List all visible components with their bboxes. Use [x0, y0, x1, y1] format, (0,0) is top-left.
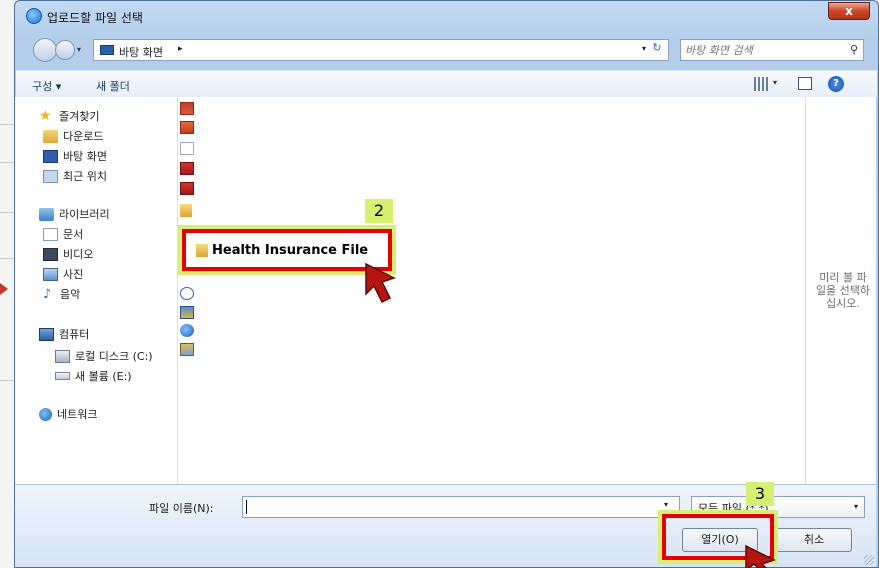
nav-item-documents[interactable]: 문서: [43, 225, 83, 243]
step-badge-2: 2: [365, 199, 393, 223]
nav-item-new-volume[interactable]: 새 볼륨 (E:): [55, 367, 132, 385]
folder-icon: [196, 243, 208, 257]
nav-item-favorites[interactable]: ★ 즐겨찾기: [39, 107, 99, 125]
nav-item-label: 라이브러리: [59, 208, 110, 221]
nav-item-downloads[interactable]: 다운로드: [43, 127, 103, 145]
nav-item-recent[interactable]: 최근 위치: [43, 167, 107, 185]
preview-pane-icon[interactable]: [798, 77, 812, 90]
preview-pane: 미리 볼 파 일을 선택하 십시오.: [805, 97, 876, 484]
views-icon[interactable]: [754, 77, 768, 91]
pictures-icon: [43, 267, 58, 281]
help-icon[interactable]: ?: [828, 76, 844, 92]
nav-item-label: 즐겨찾기: [59, 110, 100, 123]
nav-item-label: 새 볼륨 (E:): [75, 370, 132, 383]
folder-icon[interactable]: [180, 204, 192, 217]
music-note-icon: ♪: [43, 286, 52, 302]
cursor-pointer-icon: [745, 544, 776, 568]
nav-item-label: 비디오: [63, 248, 94, 261]
new-folder-button[interactable]: 새 폴더: [96, 78, 130, 94]
refresh-icon[interactable]: ↻: [648, 41, 666, 59]
shield-file-icon[interactable]: [180, 306, 194, 319]
filename-dropdown-icon[interactable]: ▾: [664, 500, 668, 509]
main-area: ★ 즐겨찾기 다운로드 바탕 화면 최근 위치 라이브러리 문서 비디오 사진 …: [15, 97, 876, 484]
desktop-icon: [100, 45, 114, 55]
cursor-pointer-icon: [365, 262, 396, 304]
nav-item-label: 바탕 화면: [63, 150, 107, 163]
desktop-icon: [43, 149, 58, 163]
nav-item-label: 문서: [63, 228, 84, 241]
toolbar: 구성 ▾ 새 폴더 ▾ ?: [16, 70, 877, 98]
nav-item-label: 다운로드: [63, 130, 104, 143]
search-icon[interactable]: ⚲: [850, 43, 858, 56]
address-location[interactable]: 바탕 화면: [119, 44, 163, 60]
filename-label: 파일 이름(N):: [149, 502, 214, 515]
nav-item-label: 최근 위치: [63, 170, 107, 183]
nav-item-label: 컴퓨터: [59, 328, 90, 341]
address-dropdown-icon[interactable]: ▾: [642, 44, 646, 53]
filename-input[interactable]: [242, 496, 680, 518]
file-list: [179, 97, 804, 484]
shortcut-file-icon[interactable]: [180, 287, 194, 300]
address-bar[interactable]: 바탕 화면 ▸ ▾ ↻: [93, 39, 669, 61]
file-name: Health Insurance File: [212, 242, 369, 258]
file-icon[interactable]: [180, 102, 194, 115]
cancel-button[interactable]: 취소: [776, 528, 852, 552]
blank-file-icon[interactable]: [180, 142, 194, 155]
preview-message: 미리 볼 파 일을 선택하 십시오.: [815, 271, 871, 310]
search-input[interactable]: [685, 42, 835, 58]
nav-item-music[interactable]: ♪ 음악: [43, 285, 80, 303]
computer-icon: [39, 327, 54, 341]
background-arrow-icon: [0, 283, 8, 295]
back-button[interactable]: [33, 38, 57, 62]
library-icon: [39, 207, 54, 221]
nav-item-desktop[interactable]: 바탕 화면: [43, 147, 107, 165]
step-badge-3: 3: [746, 482, 774, 506]
downloads-folder-icon: [43, 129, 58, 143]
views-dropdown-icon[interactable]: ▾: [773, 78, 777, 87]
resize-grip-icon[interactable]: [864, 555, 874, 565]
search-box[interactable]: ⚲: [680, 39, 864, 61]
local-disk-icon: [55, 349, 70, 363]
star-icon: ★: [39, 107, 52, 124]
chevron-down-icon[interactable]: ▾: [854, 502, 858, 511]
title-bar[interactable]: 업로드할 파일 선택 x: [15, 1, 878, 31]
recent-pages-dropdown-icon[interactable]: ▾: [77, 45, 81, 54]
nav-item-label: 로컬 디스크 (C:): [75, 350, 153, 363]
nav-item-local-disk[interactable]: 로컬 디스크 (C:): [55, 347, 153, 365]
network-icon: [39, 407, 52, 421]
video-icon: [43, 247, 58, 261]
text-caret: [246, 500, 247, 514]
nav-item-label: 사진: [63, 268, 84, 281]
window-title: 업로드할 파일 선택: [47, 11, 143, 25]
navigation-pane: ★ 즐겨찾기 다운로드 바탕 화면 최근 위치 라이브러리 문서 비디오 사진 …: [15, 97, 178, 484]
ie-icon: [26, 8, 42, 24]
nav-item-network[interactable]: 네트워크: [39, 405, 97, 423]
network-file-icon[interactable]: [180, 324, 194, 337]
document-icon: [43, 227, 58, 241]
pdf-file-icon[interactable]: [180, 182, 194, 195]
nav-item-computer[interactable]: 컴퓨터: [39, 325, 89, 343]
book-file-icon[interactable]: [180, 343, 194, 356]
nav-item-label: 네트워크: [57, 408, 98, 421]
navigation-row: ▾ 바탕 화면 ▸ ▾ ↻ ⚲: [15, 37, 878, 63]
chevron-right-icon[interactable]: ▸: [178, 44, 183, 54]
close-button[interactable]: x: [828, 2, 870, 20]
nav-item-label: 음악: [60, 288, 81, 301]
drive-icon: [55, 372, 70, 380]
recent-places-icon: [43, 169, 58, 183]
nav-item-libraries[interactable]: 라이브러리: [39, 205, 110, 223]
nav-item-videos[interactable]: 비디오: [43, 245, 93, 263]
powerpoint-file-icon[interactable]: [180, 121, 194, 134]
forward-button[interactable]: [55, 40, 75, 60]
nav-item-pictures[interactable]: 사진: [43, 265, 83, 283]
pdf-file-icon[interactable]: [180, 162, 194, 175]
organize-button[interactable]: 구성 ▾: [32, 78, 61, 94]
